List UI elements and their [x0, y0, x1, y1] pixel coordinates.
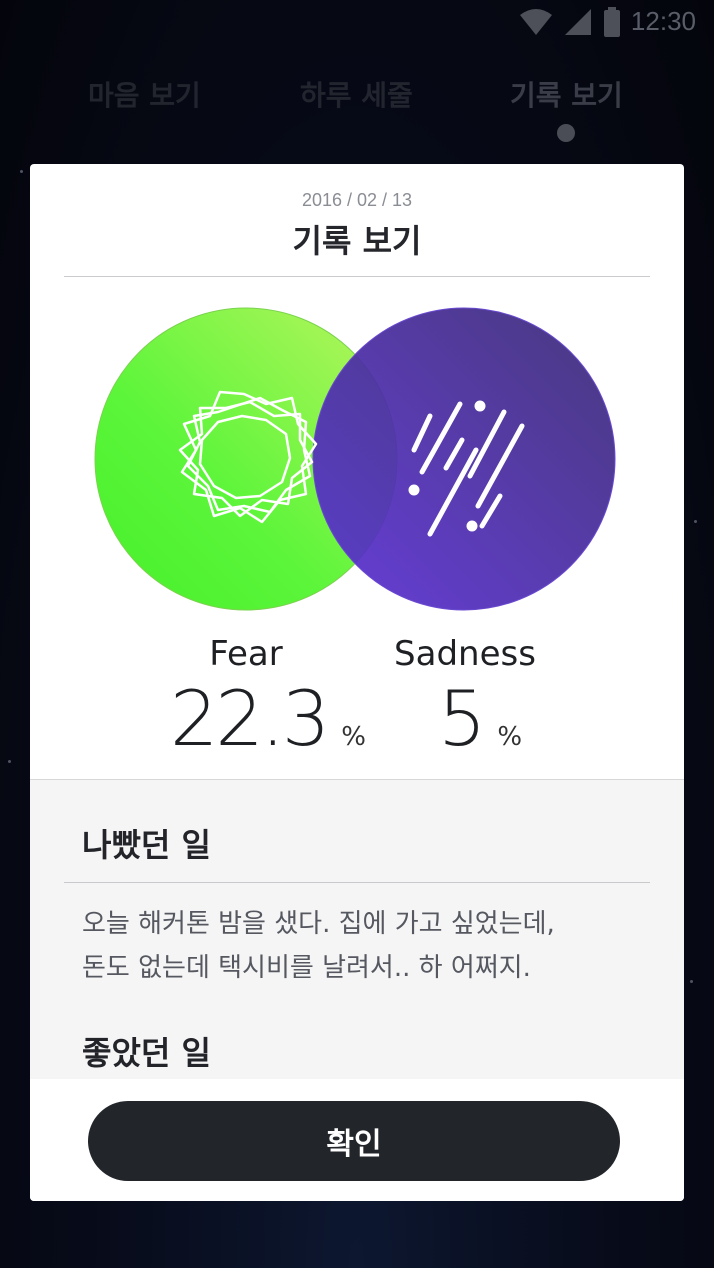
emotion-percent: 22.3 — [170, 674, 330, 763]
star — [8, 760, 11, 763]
record-date: 2016 / 02 / 13 — [301, 190, 413, 210]
fear-value: 22.3% — [158, 674, 378, 763]
text-line: 오늘 해커톤 밤을 샜다. 집에 가고 싶었는데, — [82, 909, 555, 939]
confirm-button[interactable]: 확인 — [88, 1101, 620, 1181]
emotion-venn-diagram — [94, 307, 616, 611]
active-tab-indicator — [557, 124, 575, 142]
modal-title: 기록 보기 — [292, 222, 422, 260]
journal-section[interactable]: 나빴던 일 오늘 해커톤 밤을 샜다. 집에 가고 싶었는데, 돈도 없는데 택… — [30, 779, 684, 1080]
signal-icon — [564, 8, 591, 35]
emotion-percent: 5 — [437, 674, 486, 763]
sadness-value: 5% — [410, 674, 550, 763]
tab-daily[interactable]: 하루 세줄 — [300, 74, 413, 114]
divider — [64, 276, 650, 277]
star — [20, 170, 23, 173]
tab-records[interactable]: 기록 보기 — [510, 74, 623, 114]
tab-mind[interactable]: 마음 보기 — [88, 74, 201, 114]
tab-bar: 마음 보기 하루 세줄 기록 보기 — [0, 62, 714, 132]
sadness-stat: Sadness — [370, 634, 560, 674]
good-things-heading: 좋았던 일 — [82, 1034, 211, 1072]
wifi-icon — [519, 8, 552, 35]
fear-stat: Fear — [156, 634, 336, 674]
star — [694, 520, 697, 523]
bad-things-text: 오늘 해커톤 밤을 샜다. 집에 가고 싶었는데, 돈도 없는데 택시비를 날려… — [82, 902, 642, 990]
text-line: 돈도 없는데 택시비를 날려서.. 하 어쩌지. — [82, 953, 531, 983]
modal-footer: 확인 — [30, 1079, 684, 1201]
clock: 12:30 — [630, 6, 696, 36]
bad-things-heading: 나빴던 일 — [82, 826, 211, 864]
emotion-name: Sadness — [394, 634, 536, 674]
percent-unit: % — [497, 722, 523, 752]
percent-unit: % — [341, 722, 366, 752]
status-bar: 12:30 — [0, 0, 714, 48]
record-modal: 2016 / 02 / 13 기록 보기 Fear 22.3 % Sadness… — [30, 164, 684, 1201]
divider — [64, 882, 650, 883]
star — [690, 980, 693, 983]
emotion-name: Fear — [209, 634, 283, 674]
sadness-circle — [312, 307, 616, 611]
battery-icon — [603, 6, 620, 37]
